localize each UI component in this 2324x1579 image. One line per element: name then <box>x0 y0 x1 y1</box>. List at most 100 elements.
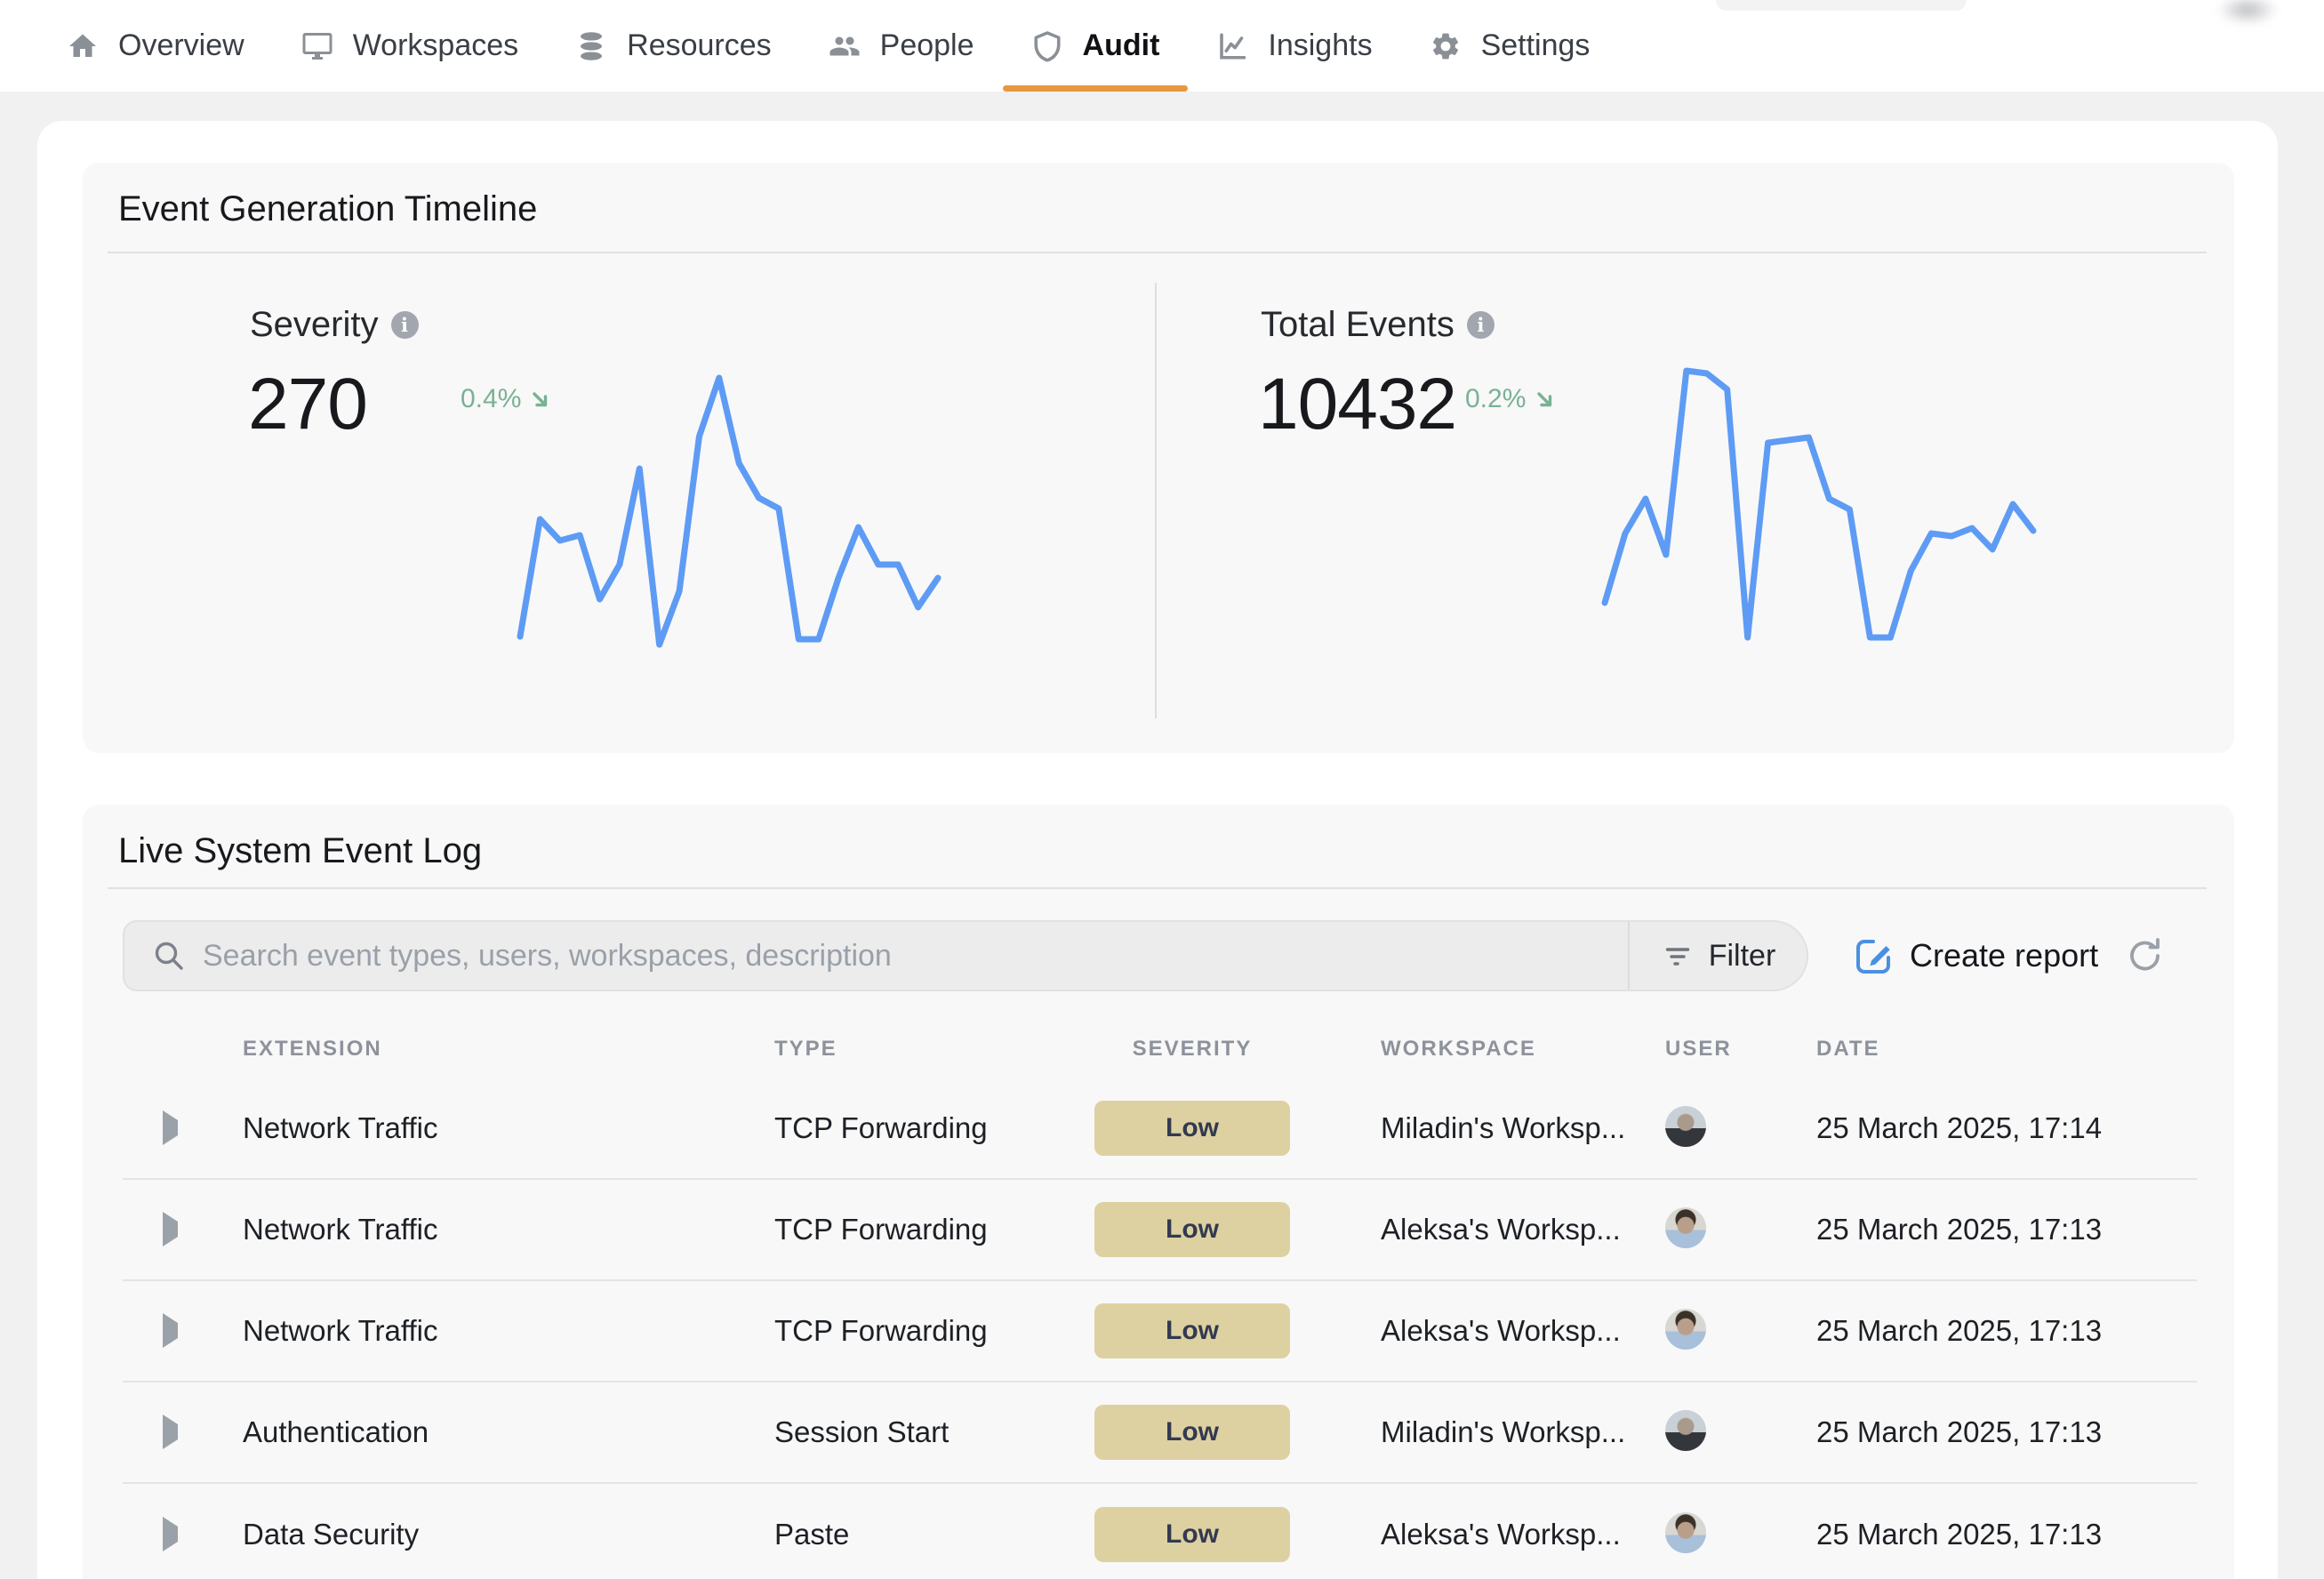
column-header-workspace: WORKSPACE <box>1381 1037 1665 1062</box>
timeline-card-header: Event Generation Timeline <box>83 163 2234 253</box>
people-icon <box>829 30 861 62</box>
date-cell: 25 March 2025, 17:14 <box>1816 1111 2197 1145</box>
column-header-user: USER <box>1665 1037 1816 1062</box>
table-row[interactable]: Network TrafficTCP ForwardingLow Aleksa's… <box>123 1180 2197 1281</box>
chart-icon <box>1216 30 1248 62</box>
workspace-cell: Miladin's Worksp... <box>1381 1111 1665 1145</box>
log-toolbar: Filter Create report <box>123 920 2166 991</box>
create-report-label: Create report <box>1910 937 2098 974</box>
create-report-button[interactable]: Create report <box>1853 935 2098 976</box>
extension-cell: Network Traffic <box>243 1111 774 1145</box>
main-panel: Event Generation Timeline Severity 270 0… <box>37 121 2278 1579</box>
severity-stat-label: Severity <box>250 305 419 345</box>
table-row[interactable]: Data SecurityPasteLowAleksa's Worksp...2… <box>123 1484 2197 1579</box>
live-system-event-log-card: Live System Event Log Filter Create <box>83 805 2234 1579</box>
expand-row-icon[interactable] <box>163 1110 178 1145</box>
severity-delta-text: 0.4% <box>461 384 521 414</box>
extension-cell: Network Traffic <box>243 1314 774 1348</box>
info-icon[interactable] <box>1467 311 1495 339</box>
date-cell: 25 March 2025, 17:13 <box>1816 1518 2197 1551</box>
severity-badge: Low <box>1094 1101 1290 1156</box>
table-header-row: EXTENSIONTYPESEVERITY WORKSPACEUSERDATE <box>123 1022 2197 1076</box>
search-input[interactable] <box>187 922 1628 990</box>
top-right-smudge <box>2205 0 2290 30</box>
date-cell: 25 March 2025, 17:13 <box>1816 1314 2197 1348</box>
arrow-down-right-icon <box>1533 388 1557 412</box>
nav-item-audit[interactable]: Audit <box>1003 0 1189 92</box>
total-events-delta-text: 0.2% <box>1465 384 1526 414</box>
extension-cell: Data Security <box>243 1518 774 1551</box>
column-header-type: TYPE <box>774 1037 1094 1062</box>
avatar <box>1665 1309 1706 1350</box>
type-cell: TCP Forwarding <box>774 1213 1094 1246</box>
severity-sparkline <box>520 378 938 645</box>
avatar <box>1665 1512 1706 1553</box>
search-bar: Filter <box>123 920 1808 991</box>
log-card-title: Live System Event Log <box>118 831 482 871</box>
date-cell: 25 March 2025, 17:13 <box>1816 1213 2197 1246</box>
total-events-stat-delta: 0.2% <box>1465 384 1557 414</box>
log-card-header: Live System Event Log <box>83 805 2234 889</box>
nav-item-label: Settings <box>1481 28 1591 63</box>
workspace-cell: Aleksa's Worksp... <box>1381 1314 1665 1348</box>
search-icon <box>151 938 187 974</box>
nav-item-insights[interactable]: Insights <box>1188 0 1400 92</box>
edit-icon <box>1853 935 1894 976</box>
column-header-extension: EXTENSION <box>243 1037 774 1062</box>
nav-item-overview[interactable]: Overview <box>38 0 273 92</box>
total-events-stat-value: 10432 <box>1258 368 1456 441</box>
top-nav: Overview Workspaces Resources People Audit In… <box>0 0 2324 92</box>
nav-item-label: Workspaces <box>353 28 518 63</box>
event-generation-timeline-card: Event Generation Timeline Severity 270 0… <box>83 163 2234 753</box>
severity-badge: Low <box>1094 1202 1290 1257</box>
total-events-sparkline <box>1605 371 2033 637</box>
filter-icon <box>1661 939 1695 973</box>
table-body: Network TrafficTCP ForwardingLowMiladin'… <box>123 1078 2197 1579</box>
extension-cell: Authentication <box>243 1415 774 1449</box>
info-icon[interactable] <box>391 311 419 339</box>
expand-row-icon[interactable] <box>163 1212 178 1246</box>
filter-button[interactable]: Filter <box>1628 922 1807 990</box>
type-cell: TCP Forwarding <box>774 1111 1094 1145</box>
expand-row-icon[interactable] <box>163 1313 178 1348</box>
filter-label: Filter <box>1709 939 1776 974</box>
expand-row-icon[interactable] <box>163 1415 178 1449</box>
refresh-icon <box>2125 935 2166 976</box>
refresh-button[interactable] <box>2125 935 2166 976</box>
database-icon <box>575 30 607 62</box>
severity-label-text: Severity <box>250 305 379 345</box>
workspace-cell: Aleksa's Worksp... <box>1381 1518 1665 1551</box>
severity-stat-value: 270 <box>248 368 367 441</box>
nav-item-label: People <box>880 28 974 63</box>
nav-item-label: Overview <box>118 28 244 63</box>
type-cell: Session Start <box>774 1415 1094 1449</box>
column-header-date: DATE <box>1816 1037 2197 1062</box>
nav-item-resources[interactable]: Resources <box>547 0 800 92</box>
home-icon <box>67 30 99 62</box>
expand-row-icon[interactable] <box>163 1517 178 1551</box>
total-events-label-text: Total Events <box>1261 305 1455 345</box>
shield-icon <box>1031 30 1063 62</box>
date-cell: 25 March 2025, 17:13 <box>1816 1415 2197 1449</box>
column-header-severity: SEVERITY <box>1094 1037 1290 1062</box>
nav-item-workspaces[interactable]: Workspaces <box>273 0 547 92</box>
nav-item-label: Audit <box>1083 28 1160 63</box>
workspace-cell: Aleksa's Worksp... <box>1381 1213 1665 1246</box>
extension-cell: Network Traffic <box>243 1213 774 1246</box>
avatar <box>1665 1410 1706 1451</box>
top-popover-remnant <box>1716 0 1967 11</box>
table-row[interactable]: Network TrafficTCP ForwardingLow Miladin'… <box>123 1078 2197 1180</box>
type-cell: TCP Forwarding <box>774 1314 1094 1348</box>
monitor-icon <box>301 30 333 62</box>
severity-badge: Low <box>1094 1303 1290 1359</box>
total-events-stat-label: Total Events <box>1261 305 1495 345</box>
severity-badge: Low <box>1094 1405 1290 1460</box>
timeline-card-body: Severity 270 0.4% Total Events 10432 0.2… <box>83 253 2234 753</box>
nav-item-label: Resources <box>627 28 772 63</box>
divider <box>1155 283 1157 718</box>
timeline-card-title: Event Generation Timeline <box>118 189 537 229</box>
nav-item-people[interactable]: People <box>800 0 1003 92</box>
nav-item-settings[interactable]: Settings <box>1401 0 1619 92</box>
table-row[interactable]: AuthenticationSession StartLowMiladin's … <box>123 1383 2197 1484</box>
table-row[interactable]: Network TrafficTCP ForwardingLow Aleksa's… <box>123 1281 2197 1383</box>
